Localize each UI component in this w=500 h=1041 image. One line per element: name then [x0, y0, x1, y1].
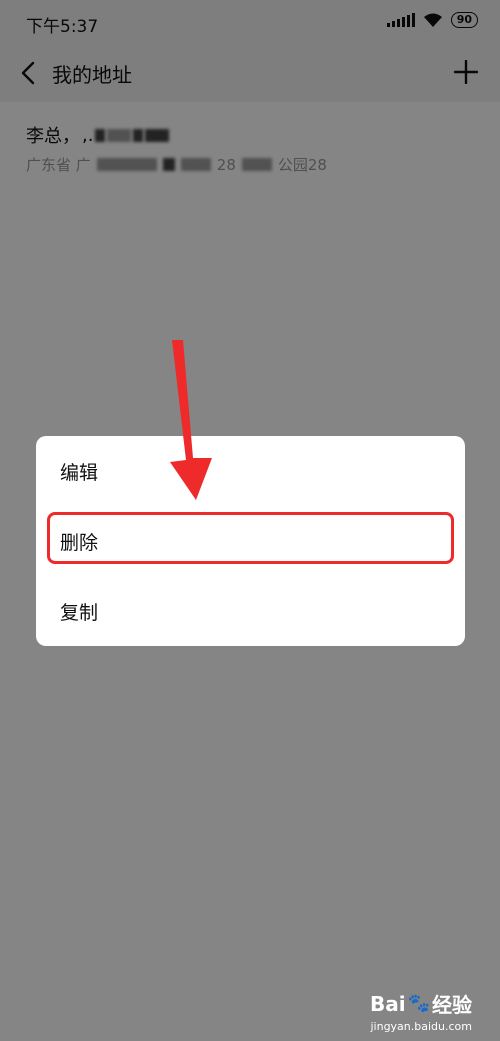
menu-item-copy-label: 复制	[60, 602, 99, 624]
paw-icon: 🐾	[407, 993, 430, 1014]
context-menu-dialog: 编辑 删除 复制	[36, 436, 465, 646]
delete-highlight-box	[47, 512, 454, 564]
menu-item-edit[interactable]: 编辑	[36, 436, 465, 506]
menu-item-copy[interactable]: 复制	[36, 576, 465, 646]
menu-item-edit-label: 编辑	[60, 462, 99, 484]
baidu-jingyan-watermark: Bai 🐾 经验 jingyan.baidu.com	[369, 989, 472, 1034]
watermark-url: jingyan.baidu.com	[370, 1020, 472, 1033]
baidu-logo: Bai 🐾 经验	[369, 991, 472, 1018]
